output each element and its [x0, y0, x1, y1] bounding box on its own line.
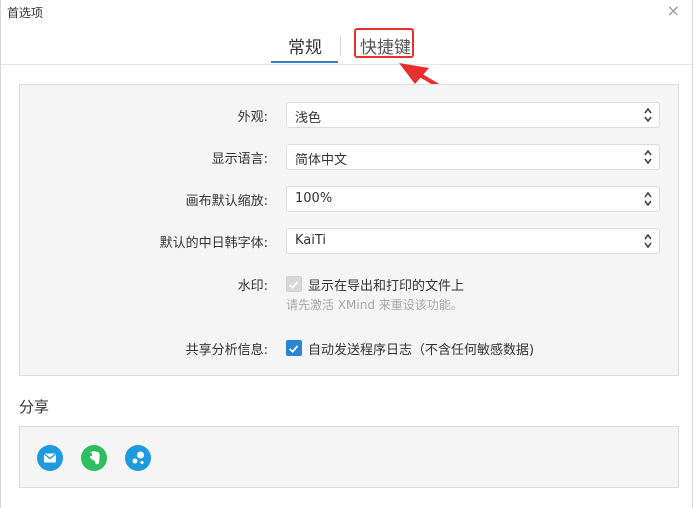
updown-chevron-icon [644, 191, 652, 207]
language-label: 显示语言: [211, 152, 268, 167]
watermark-checkbox-label: 显示在导出和打印的文件上 [308, 279, 465, 294]
analytics-label: 共享分析信息: [185, 343, 268, 358]
updown-chevron-icon [644, 149, 652, 165]
general-settings-panel: 外观: 浅色 显示语言: 简体中文 画布默认缩放: 100% 默认的中日韩字体: [19, 84, 679, 376]
share-panel [19, 426, 679, 488]
close-icon[interactable]: × [667, 2, 680, 20]
analytics-checkbox-label: 自动发送程序日志（不含任何敏感数据) [308, 343, 535, 358]
zoom-select[interactable]: 100% [286, 186, 660, 212]
cjk-font-select[interactable]: KaiTi [286, 228, 660, 254]
appearance-select[interactable]: 浅色 [286, 102, 660, 128]
tab-general[interactable]: 常规 [286, 33, 324, 58]
language-value: 简体中文 [295, 153, 348, 168]
highlight-box-annotation [354, 28, 414, 58]
share-section-title: 分享 [19, 398, 50, 416]
appearance-value: 浅色 [295, 111, 322, 126]
checkmark-icon [289, 345, 299, 353]
zoom-value: 100% [295, 191, 333, 206]
evernote-icon [89, 451, 100, 465]
biggerplate-icon [132, 451, 144, 465]
cjk-font-value: KaiTi [295, 233, 327, 248]
window-title: 首选项 [7, 6, 44, 20]
mail-icon [44, 453, 56, 463]
updown-chevron-icon [644, 233, 652, 249]
checkmark-icon [289, 281, 299, 289]
appearance-label: 外观: [237, 110, 268, 125]
tab-bar: 常规 快捷键 [1, 24, 692, 65]
share-biggerplate-button[interactable] [125, 445, 151, 471]
active-tab-indicator [271, 61, 338, 63]
preferences-window: 首选项 × 常规 快捷键 外观: 浅色 显示语言: 简体中文 画布默认缩放: 1… [0, 0, 693, 508]
watermark-checkbox[interactable] [286, 276, 302, 292]
share-email-button[interactable] [37, 445, 63, 471]
language-select[interactable]: 简体中文 [286, 144, 660, 170]
watermark-hint: 请先激活 XMind 来重设该功能。 [286, 298, 463, 312]
cjk-font-label: 默认的中日韩字体: [159, 236, 268, 251]
watermark-label: 水印: [237, 279, 268, 294]
title-bar: 首选项 × [1, 0, 692, 24]
share-evernote-button[interactable] [81, 445, 107, 471]
tab-divider [340, 36, 341, 56]
analytics-checkbox[interactable] [286, 340, 302, 356]
updown-chevron-icon [644, 107, 652, 123]
zoom-label: 画布默认缩放: [185, 194, 268, 209]
